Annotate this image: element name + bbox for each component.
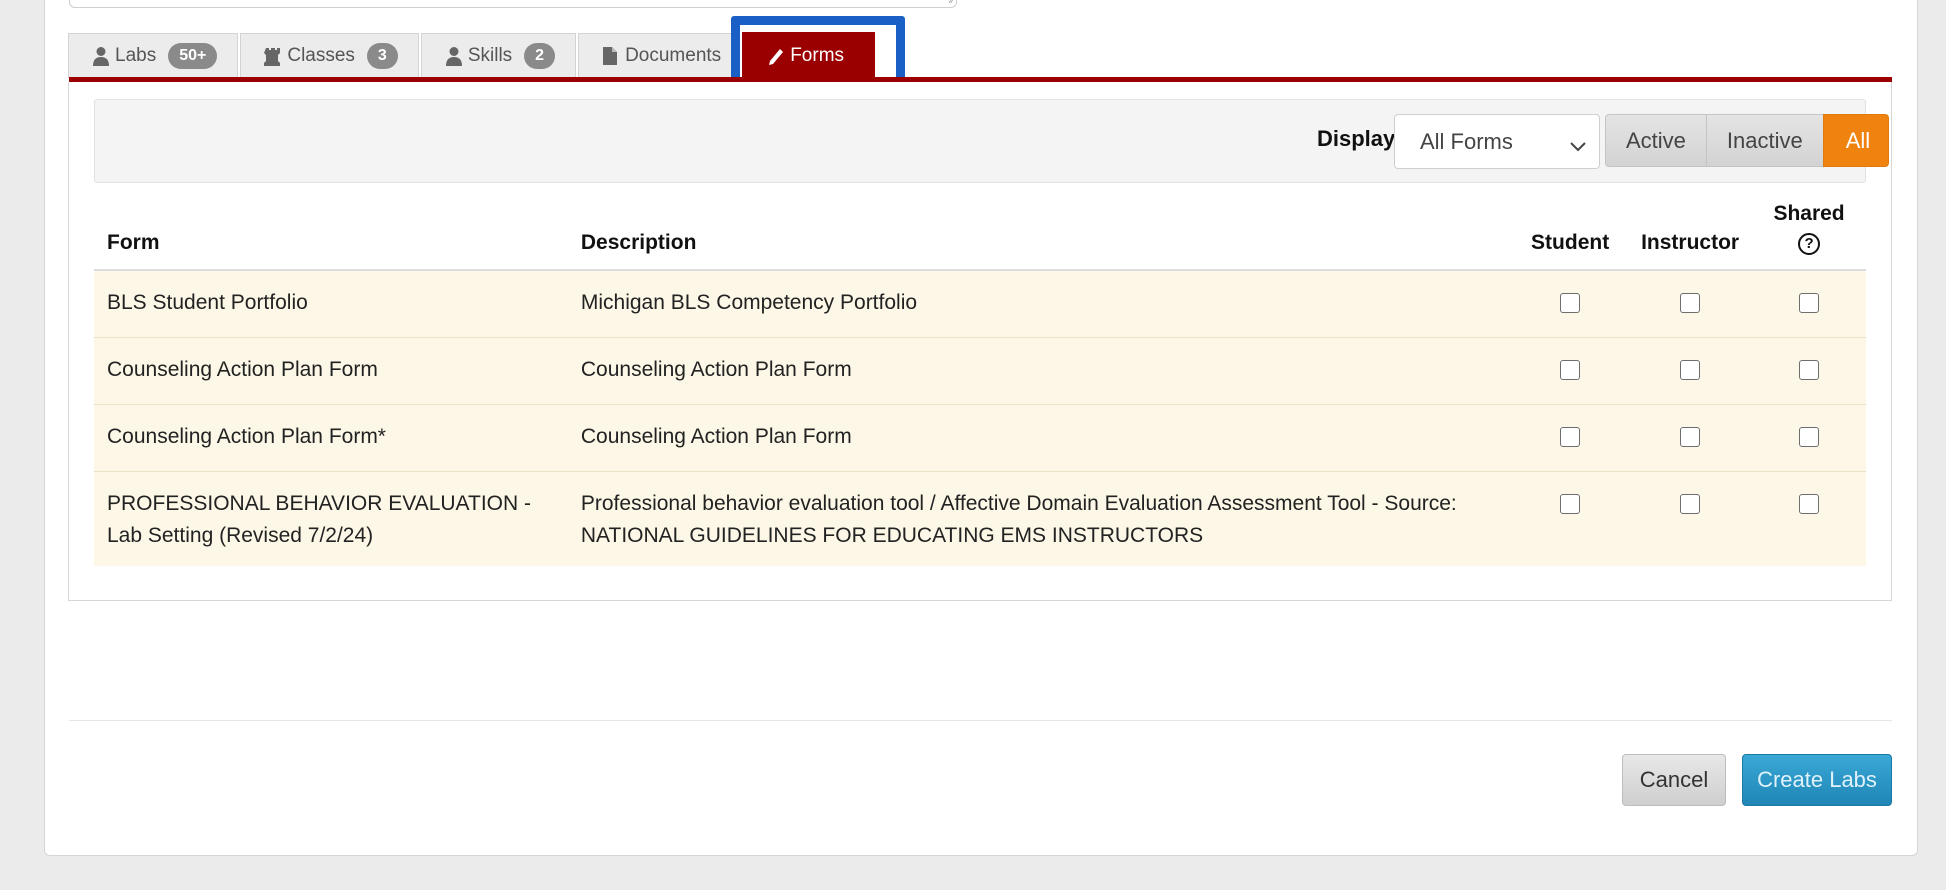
cancel-button[interactable]: Cancel bbox=[1622, 754, 1726, 806]
pencil-icon bbox=[767, 46, 785, 66]
tab-forms[interactable]: Forms bbox=[742, 32, 876, 78]
student-checkbox[interactable] bbox=[1560, 494, 1581, 514]
instructor-checkbox[interactable] bbox=[1680, 427, 1701, 447]
resize-grip-icon[interactable]: ⁄⁄ bbox=[951, 0, 954, 6]
header-shared: Shared ? bbox=[1752, 202, 1866, 271]
tab-documents[interactable]: Documents bbox=[578, 33, 741, 78]
header-student: Student bbox=[1512, 202, 1629, 271]
status-all-button[interactable]: All bbox=[1822, 114, 1890, 167]
status-active-button[interactable]: Active bbox=[1605, 114, 1707, 167]
instructor-checkbox[interactable] bbox=[1680, 494, 1701, 514]
table-row: Counseling Action Plan Form* Counseling … bbox=[94, 404, 1866, 472]
question-circle-icon[interactable]: ? bbox=[1798, 233, 1821, 255]
tab-labs[interactable]: Labs 50+ bbox=[68, 33, 239, 78]
tab-bar: Labs 50+ Classes 3 Skills 2 Documents Fo… bbox=[68, 32, 877, 78]
table-header-row: Form Description Student Instructor Shar… bbox=[94, 202, 1866, 271]
display-select-value: All Forms bbox=[1420, 129, 1513, 154]
header-description: Description bbox=[567, 202, 1513, 271]
tab-skills-badge: 2 bbox=[524, 43, 556, 69]
tab-skills-label: Skills bbox=[467, 45, 513, 66]
person-icon bbox=[445, 46, 463, 66]
chess-rook-icon bbox=[264, 46, 282, 66]
tab-documents-label: Documents bbox=[625, 45, 722, 66]
chevron-down-icon bbox=[1569, 133, 1587, 159]
instructor-checkbox[interactable] bbox=[1680, 293, 1701, 313]
row-description: Michigan BLS Competency Portfolio bbox=[567, 269, 1513, 338]
row-form-name: PROFESSIONAL BEHAVIOR EVALUATION - Lab S… bbox=[94, 471, 568, 566]
row-description: Counseling Action Plan Form bbox=[567, 404, 1513, 472]
display-select[interactable]: All Forms bbox=[1394, 114, 1600, 169]
tab-classes-badge: 3 bbox=[366, 43, 398, 69]
table-row: Counseling Action Plan Form Counseling A… bbox=[94, 337, 1866, 405]
tab-labs-label: Labs bbox=[115, 45, 157, 66]
notes-textarea[interactable]: ⁄⁄ bbox=[69, 0, 957, 8]
tab-forms-label: Forms bbox=[790, 44, 845, 66]
person-icon bbox=[92, 46, 110, 66]
row-description: Professional behavior evaluation tool / … bbox=[567, 471, 1513, 566]
footer-divider bbox=[69, 720, 1892, 721]
header-form: Form bbox=[94, 202, 568, 271]
student-checkbox[interactable] bbox=[1560, 293, 1581, 313]
row-form-name: BLS Student Portfolio bbox=[94, 269, 568, 338]
display-label: Display bbox=[1317, 126, 1396, 151]
row-form-name: Counseling Action Plan Form* bbox=[94, 404, 568, 472]
shared-checkbox[interactable] bbox=[1799, 494, 1820, 514]
create-labs-button[interactable]: Create Labs bbox=[1742, 754, 1892, 806]
tab-classes[interactable]: Classes 3 bbox=[240, 33, 419, 78]
status-toggle-group: Active Inactive All bbox=[1605, 114, 1890, 167]
row-form-name: Counseling Action Plan Form bbox=[94, 337, 568, 405]
header-instructor: Instructor bbox=[1628, 202, 1753, 271]
filter-bar: Display All Forms Active Inactive All bbox=[94, 99, 1890, 183]
shared-checkbox[interactable] bbox=[1799, 293, 1820, 313]
student-checkbox[interactable] bbox=[1560, 360, 1581, 380]
document-icon bbox=[602, 46, 620, 66]
table-row: PROFESSIONAL BEHAVIOR EVALUATION - Lab S… bbox=[94, 471, 1866, 566]
forms-table: Form Description Student Instructor Shar… bbox=[94, 202, 1866, 566]
row-description: Counseling Action Plan Form bbox=[567, 337, 1513, 405]
tab-classes-label: Classes bbox=[287, 45, 355, 66]
table-row: BLS Student Portfolio Michigan BLS Compe… bbox=[94, 269, 1866, 338]
student-checkbox[interactable] bbox=[1560, 427, 1581, 447]
tab-labs-badge: 50+ bbox=[168, 43, 218, 69]
tab-skills[interactable]: Skills 2 bbox=[420, 33, 577, 78]
shared-checkbox[interactable] bbox=[1799, 360, 1820, 380]
shared-checkbox[interactable] bbox=[1799, 427, 1820, 447]
header-shared-label: Shared bbox=[1773, 202, 1845, 225]
status-inactive-button[interactable]: Inactive bbox=[1705, 114, 1824, 167]
forms-content: Display All Forms Active Inactive All Fo… bbox=[68, 82, 1892, 601]
instructor-checkbox[interactable] bbox=[1680, 360, 1701, 380]
